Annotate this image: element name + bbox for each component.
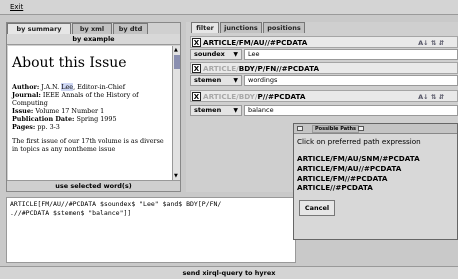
- operator-select[interactable]: stemen ▼: [190, 105, 242, 116]
- filter-controls: stemen ▼ balance: [190, 105, 458, 116]
- remove-filter-icon[interactable]: X: [192, 64, 201, 73]
- remove-filter-icon[interactable]: X: [192, 38, 201, 47]
- path-option[interactable]: ARTICLE/FM//#PCDATA: [297, 174, 388, 183]
- doc-issue: Issue: Volume 17 Number 1: [12, 107, 105, 115]
- operator-select[interactable]: stemen ▼: [190, 75, 242, 86]
- doc-author: Author: J.A.N. Lee, Editor-in-Chief: [12, 83, 126, 91]
- dialog-title: Possible Paths: [312, 125, 360, 133]
- scroll-up-icon[interactable]: ▲: [174, 47, 178, 53]
- filter-controls: stemen ▼ wordings: [190, 75, 458, 86]
- selected-word[interactable]: Lee: [61, 83, 74, 91]
- close-icon[interactable]: [358, 126, 364, 131]
- doc-pages: Pages: pp. 3-3: [12, 123, 60, 131]
- scroll-down-icon[interactable]: ▼: [174, 173, 178, 179]
- left-panel: by summary by xml by dtd by example Abou…: [6, 22, 181, 192]
- cancel-button[interactable]: Cancel: [299, 200, 335, 216]
- dialog-prompt: Click on preferred path expression: [297, 137, 421, 146]
- tab-filter[interactable]: filter: [191, 22, 219, 33]
- operator-select[interactable]: soundex ▼: [190, 49, 242, 60]
- doc-title: About this Issue: [12, 55, 127, 71]
- tab-by-xml[interactable]: by xml: [72, 23, 112, 34]
- use-selected-words-button[interactable]: use selected word(s): [7, 180, 180, 191]
- query-textarea[interactable]: ARTICLE[FM/AU//#PCDATA $soundex$ "Lee" $…: [6, 197, 296, 263]
- tab-by-dtd[interactable]: by dtd: [113, 23, 148, 34]
- filter-controls: soundex ▼ Lee: [190, 49, 458, 60]
- scroll-thumb[interactable]: [174, 55, 180, 69]
- chevron-down-icon: ▼: [233, 107, 238, 114]
- menu-bar: Exit: [0, 0, 458, 15]
- window-menu-icon[interactable]: [297, 126, 303, 131]
- tab-positions[interactable]: positions: [263, 22, 305, 33]
- chevron-down-icon: ▼: [233, 51, 238, 58]
- filter-value-input[interactable]: balance: [244, 105, 458, 116]
- example-document[interactable]: About this Issue Author: J.A.N. Lee, Edi…: [8, 46, 172, 180]
- filter-value-input[interactable]: wordings: [244, 75, 458, 86]
- doc-pubdate: Publication Date: Spring 1995: [12, 115, 117, 123]
- filter-path: P//#PCDATA: [257, 92, 306, 101]
- sort-icon[interactable]: A↓ ⇅ ⇵: [418, 38, 444, 49]
- tab-by-summary[interactable]: by summary: [7, 23, 71, 34]
- doc-journal: Journal: IEEE Annals of the History of C…: [12, 91, 139, 107]
- sort-icon[interactable]: A↓ ⇅ ⇵: [418, 92, 444, 103]
- chevron-down-icon: ▼: [233, 77, 238, 84]
- doc-scrollbar[interactable]: ▲ ▼: [172, 46, 180, 180]
- filter-path-row[interactable]: X ARTICLE/BDY/P//#PCDATA A↓ ⇅ ⇵: [190, 90, 458, 102]
- filter-value-input[interactable]: Lee: [244, 49, 458, 60]
- filter-path: BDY/P/FN//#PCDATA: [238, 64, 320, 73]
- panel-header: by example: [7, 34, 180, 45]
- send-query-button[interactable]: send xirql-query to hyrex: [0, 266, 458, 279]
- path-option[interactable]: ARTICLE/FM/AU//#PCDATA: [297, 164, 401, 173]
- path-option[interactable]: ARTICLE//#PCDATA: [297, 183, 373, 192]
- menu-exit[interactable]: Exit: [10, 3, 23, 11]
- possible-paths-dialog: Possible Paths Click on preferred path e…: [293, 123, 458, 240]
- path-option[interactable]: ARTICLE/FM/AU/SNM/#PCDATA: [297, 154, 420, 163]
- remove-filter-icon[interactable]: X: [192, 92, 201, 101]
- filter-path-row[interactable]: X ARTICLE/FM/AU//#PCDATA A↓ ⇅ ⇵: [190, 36, 458, 48]
- filter-path-row[interactable]: X ARTICLE/BDY/P/FN//#PCDATA: [190, 62, 458, 74]
- tab-junctions[interactable]: junctions: [220, 22, 262, 33]
- doc-body: The first issue of our 17th volume is as…: [12, 137, 164, 153]
- dialog-titlebar[interactable]: Possible Paths: [294, 124, 457, 134]
- filter-path: ARTICLE/FM/AU//#PCDATA: [203, 38, 308, 47]
